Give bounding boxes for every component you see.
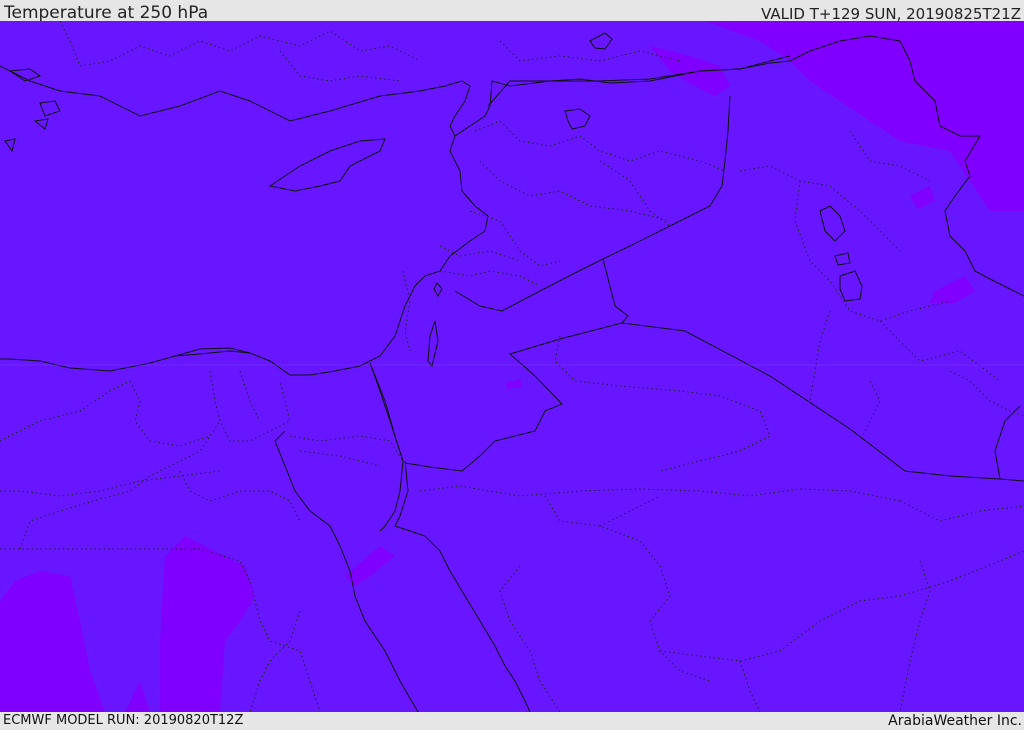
credit-label: ArabiaWeather Inc. xyxy=(888,713,1022,729)
footer-bar: ECMWF MODEL RUN: 20190820T12Z ArabiaWeat… xyxy=(0,712,1024,729)
model-run-label: ECMWF MODEL RUN: 20190820T12Z xyxy=(3,713,244,728)
map-background xyxy=(0,21,1024,712)
header-bar: Temperature at 250 hPa VALID T+129 SUN, … xyxy=(0,0,1024,23)
temperature-map xyxy=(0,21,1024,712)
